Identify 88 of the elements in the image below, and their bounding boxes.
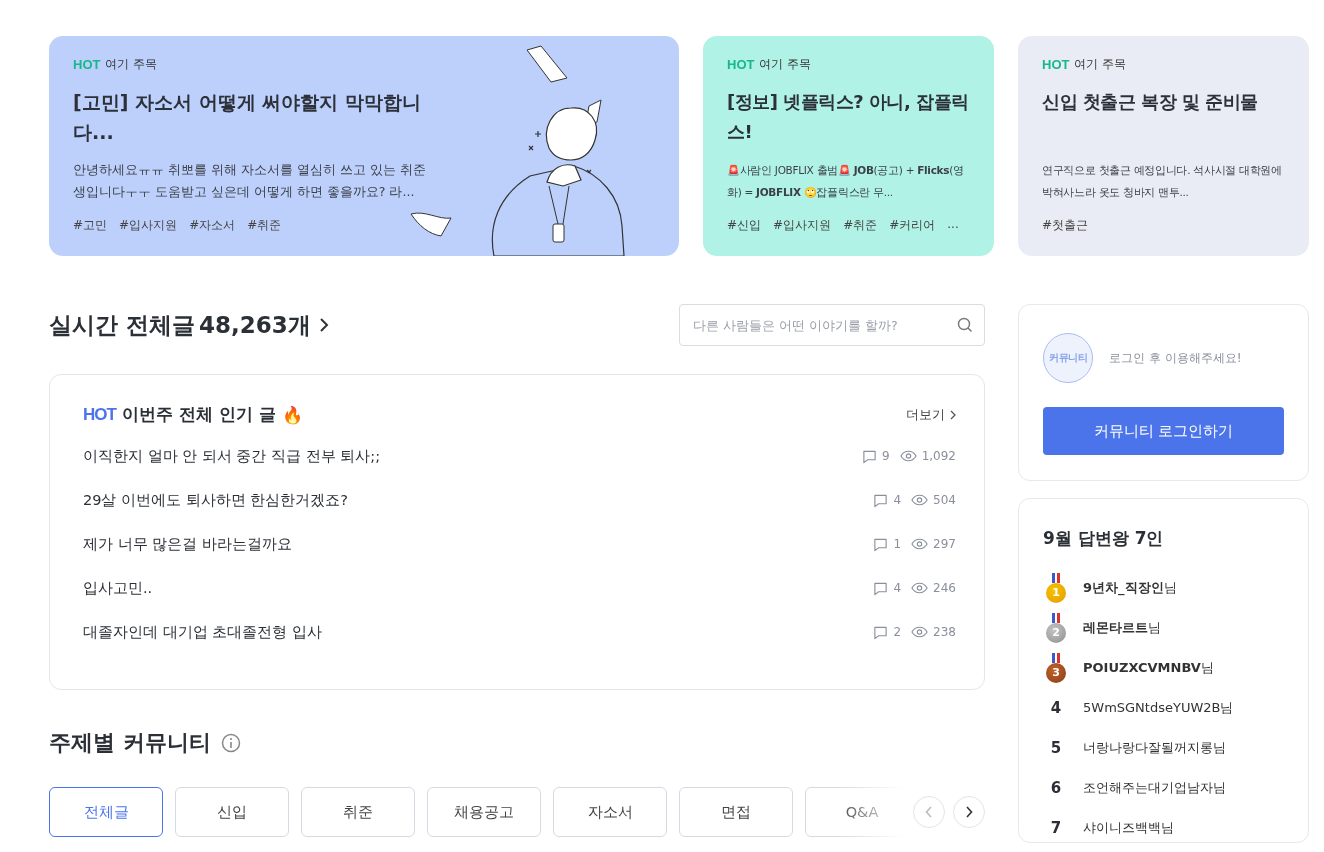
hashtag[interactable]: #고민: [73, 217, 108, 234]
topic-tab[interactable]: 신입: [175, 787, 289, 837]
section-title: 주제별 커뮤니티: [49, 729, 211, 757]
chevron-right-icon: [318, 317, 329, 333]
login-message: 로그인 후 이용해주세요!: [1109, 349, 1242, 367]
post-link[interactable]: 입사고민..: [83, 578, 153, 598]
hashtag[interactable]: #신입: [727, 217, 762, 234]
hashtag[interactable]: #취준: [843, 217, 878, 234]
info-icon[interactable]: [220, 733, 241, 753]
featured-post-card[interactable]: HOT 여기 주목 신입 첫출근 복장 및 준비물 연구직으로 첫출근 예정입니다. 석사시절 대학원에 박혀사느라 옷도 청바지 맨투... #첫출근: [1018, 36, 1309, 256]
user-name[interactable]: 5WmSGNtdseYUW2B님: [1083, 699, 1234, 717]
chevron-right-icon: [950, 409, 956, 420]
post-link[interactable]: 제가 너무 많은걸 바라는걸까요: [83, 534, 292, 554]
user-name[interactable]: POIUZXCVMNBV님: [1083, 659, 1214, 677]
eye-icon: [911, 494, 929, 506]
eye-icon: [899, 450, 917, 462]
chevron-left-icon: [925, 806, 933, 818]
featured-label: 여기 주목: [1074, 56, 1127, 73]
view-count: 238: [933, 625, 956, 639]
hashtag[interactable]: #입사지원: [119, 217, 178, 234]
eye-icon: [911, 626, 929, 638]
community-avatar: 커뮤니티: [1043, 333, 1093, 383]
hot-label: HOT: [1042, 57, 1070, 72]
user-name[interactable]: 조언해주는대기업남자님: [1083, 779, 1226, 797]
hot-label: HOT: [727, 57, 755, 72]
user-name[interactable]: 레몬타르트님: [1083, 619, 1161, 637]
view-count: 504: [933, 493, 956, 507]
featured-post-card[interactable]: HOT 여기 주목 [고민] 자소서 어떻게 써야할지 막막합니다... 안녕하세요ㅠㅠ 취뽀를 위해 자소서를 열심히 쓰고 있는 취준생입니다ㅜㅜ 도움받고 싶은데 어떻게 하면 좋을까요? 라... #고민 #입사지원 #자소서 #취준: [49, 36, 679, 256]
view-count: 246: [933, 581, 956, 595]
search-field[interactable]: 다른 사람들은 어떤 이야기를 할까?: [679, 304, 985, 346]
topic-tab[interactable]: 면접: [679, 787, 793, 837]
featured-label: 여기 주목: [759, 56, 812, 73]
comment-count: 2: [893, 625, 902, 639]
eye-icon: [911, 582, 929, 594]
post-title: [고민] 자소서 어떻게 써야할지 막막합니다...: [73, 90, 422, 145]
hashtag[interactable]: #첫출근: [1042, 217, 1089, 234]
card-title: 9월 답변왕 7인: [1043, 527, 1165, 550]
user-name[interactable]: 샤이니즈백백 님: [1083, 819, 1174, 837]
comment-count: 4: [893, 581, 902, 595]
comment-count: 1: [893, 537, 902, 551]
post-link[interactable]: 이직한지 얼마 안 되서 중간 직급 전부 퇴사;;: [83, 446, 381, 466]
post-title: [정보] 넷플릭스? 아니, 잡플릭스!: [727, 90, 970, 144]
next-button[interactable]: [953, 796, 985, 828]
rank-number: 4: [1049, 699, 1063, 717]
medal: 1: [1046, 573, 1066, 603]
topic-tab[interactable]: 채용공고: [427, 787, 541, 837]
more-link[interactable]: 더보기: [906, 405, 956, 424]
medal: 2: [1046, 613, 1066, 643]
hashtag[interactable]: #취준: [247, 217, 282, 234]
comment-count: 9: [882, 449, 890, 463]
comment-icon: [873, 492, 889, 508]
post-title: 신입 첫출근 복장 및 준비물: [1042, 90, 1259, 114]
hashtag[interactable]: #입사지원: [773, 217, 832, 234]
rank-number: 6: [1049, 779, 1063, 797]
medal: 3: [1046, 653, 1066, 683]
comment-icon: [873, 580, 889, 596]
hot-label: HOT: [83, 404, 116, 425]
post-link[interactable]: 29살 이번에도 퇴사하면 한심한거겠죠?: [83, 490, 348, 510]
topic-tab[interactable]: 자소서: [553, 787, 667, 837]
post-link[interactable]: 대졸자인데 대기업 초대졸전형 입사: [83, 622, 322, 642]
post-excerpt: 연구직으로 첫출근 예정입니다. 석사시절 대학원에 박혀사느라 옷도 청바지 맨투...: [1042, 163, 1283, 200]
search-icon: [957, 317, 973, 333]
view-count: 1,092: [921, 449, 956, 463]
view-count: 297: [933, 537, 956, 551]
hot-label: HOT: [73, 57, 101, 72]
user-name[interactable]: 9년차_직장인님: [1083, 579, 1177, 597]
card-title: 이번주 전체 인기 글: [121, 403, 276, 426]
hashtag[interactable]: ...: [947, 217, 959, 234]
hashtag[interactable]: #커리어: [889, 217, 936, 234]
post-excerpt: 안녕하세요ㅠㅠ 취뽀를 위해 자소서를 열심히 쓰고 있는 취준생입니다ㅜㅜ 도움받고 싶은데 어떻게 하면 좋을까요? 라...: [73, 161, 427, 201]
comment-icon: [873, 624, 889, 640]
comment-icon: [873, 536, 889, 552]
comment-icon: [862, 448, 877, 464]
eye-icon: [911, 538, 929, 550]
section-title[interactable]: 실시간 전체글 48,263개: [49, 309, 329, 341]
topic-tab[interactable]: 취준: [301, 787, 415, 837]
chevron-right-icon: [965, 806, 973, 818]
topic-tab[interactable]: 전체글: [49, 787, 163, 837]
featured-label: 여기 주목: [105, 56, 158, 73]
rank-number: 5: [1049, 739, 1063, 757]
featured-post-card[interactable]: HOT 여기 주목 [정보] 넷플릭스? 아니, 잡플릭스! 🚨사람인 JOBFLIX 출범🚨 JOB(공고) + Flicks(영화) = JOBFLIX 🙄잡플릭스란 무... #신입 #입사지원 #취준 #커리어 ...: [703, 36, 994, 256]
fire-emoji: 🔥: [281, 404, 303, 425]
hashtag[interactable]: #자소서: [189, 217, 236, 234]
rank-number: 7: [1049, 819, 1063, 837]
user-name[interactable]: 너랑나랑다잘될꺼지롱님: [1083, 739, 1226, 757]
comment-count: 4: [893, 493, 902, 507]
login-button[interactable]: 커뮤니티 로그인하기: [1043, 407, 1284, 455]
post-excerpt: 🚨사람인 JOBFLIX 출범🚨 JOB(공고) + Flicks(영화) = JOBFLIX 🙄잡플릭스란 무...: [727, 163, 965, 200]
